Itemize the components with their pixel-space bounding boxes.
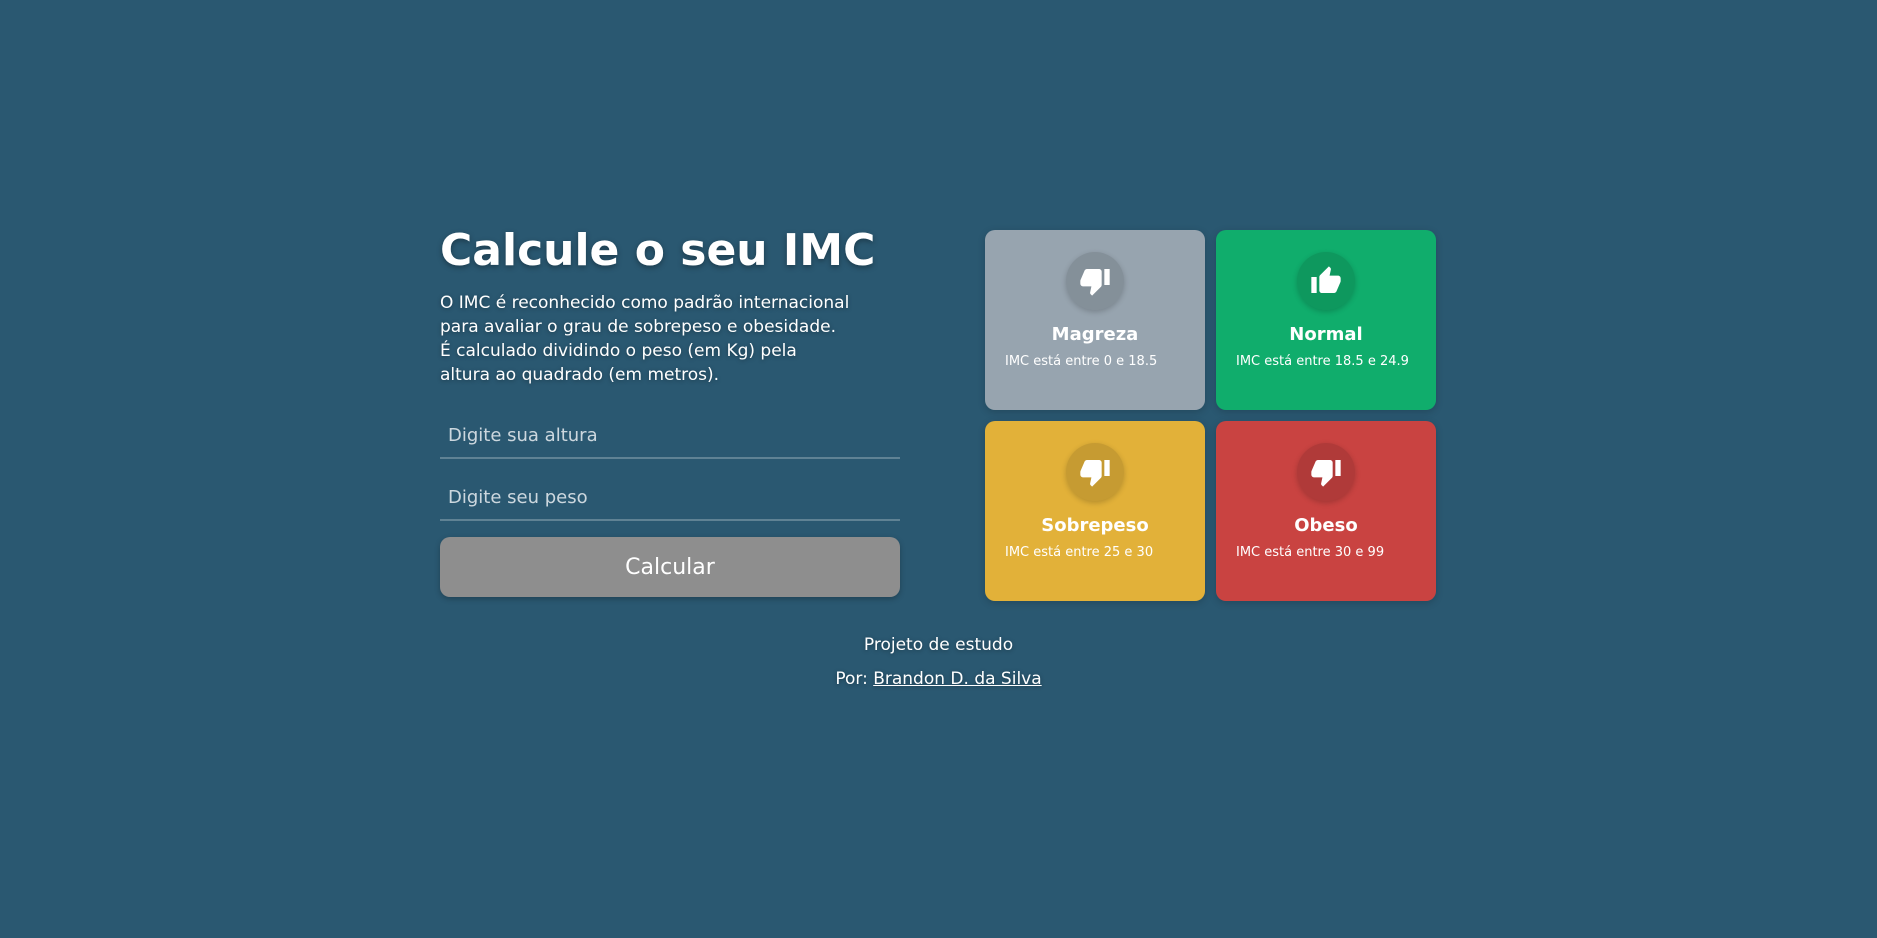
- card-range: IMC está entre 18.5 e 24.9: [1236, 354, 1409, 369]
- description-line: altura ao quadrado (em metros).: [440, 365, 720, 385]
- imc-form-panel: Calcule o seu IMC O IMC é reconhecido co…: [440, 225, 900, 597]
- weight-input[interactable]: [440, 475, 900, 521]
- calculate-button[interactable]: Calcular: [440, 537, 900, 597]
- footer-credit: Por: Brandon D. da Silva: [0, 662, 1877, 696]
- thumbs-down-icon: [1066, 252, 1124, 310]
- thumbs-down-icon: [1297, 443, 1355, 501]
- footer-project: Projeto de estudo: [863, 635, 1014, 655]
- description: O IMC é reconhecido como padrão internac…: [440, 291, 905, 387]
- thumbs-up-icon: [1297, 252, 1355, 310]
- description-line: É calculado dividindo o peso (em Kg) pel…: [440, 341, 797, 361]
- thumbs-down-icon: [1066, 443, 1124, 501]
- description-line: O IMC é reconhecido como padrão internac…: [440, 293, 850, 313]
- card-title: Magreza: [1051, 324, 1139, 345]
- footer: Projeto de estudo Por: Brandon D. da Sil…: [0, 628, 1877, 696]
- card-title: Sobrepeso: [1041, 515, 1149, 536]
- imc-categories-grid: Magreza IMC está entre 0 e 18.5 Normal I…: [985, 230, 1436, 601]
- card-range: IMC está entre 0 e 18.5: [1005, 354, 1158, 369]
- card-normal: Normal IMC está entre 18.5 e 24.9: [1216, 230, 1436, 410]
- height-input[interactable]: [440, 413, 900, 459]
- page: Calcule o seu IMC O IMC é reconhecido co…: [0, 0, 1877, 938]
- card-magreza: Magreza IMC está entre 0 e 18.5: [985, 230, 1205, 410]
- card-title: Obeso: [1294, 515, 1358, 536]
- description-line: para avaliar o grau de sobrepeso e obesi…: [440, 317, 836, 337]
- footer-by-label: Por:: [835, 669, 868, 689]
- card-sobrepeso: Sobrepeso IMC está entre 25 e 30: [985, 421, 1205, 601]
- card-title: Normal: [1289, 324, 1363, 345]
- card-range: IMC está entre 30 e 99: [1236, 545, 1385, 560]
- card-range: IMC está entre 25 e 30: [1005, 545, 1154, 560]
- author-link[interactable]: Brandon D. da Silva: [873, 669, 1041, 689]
- page-title: Calcule o seu IMC: [440, 225, 876, 276]
- card-obeso: Obeso IMC está entre 30 e 99: [1216, 421, 1436, 601]
